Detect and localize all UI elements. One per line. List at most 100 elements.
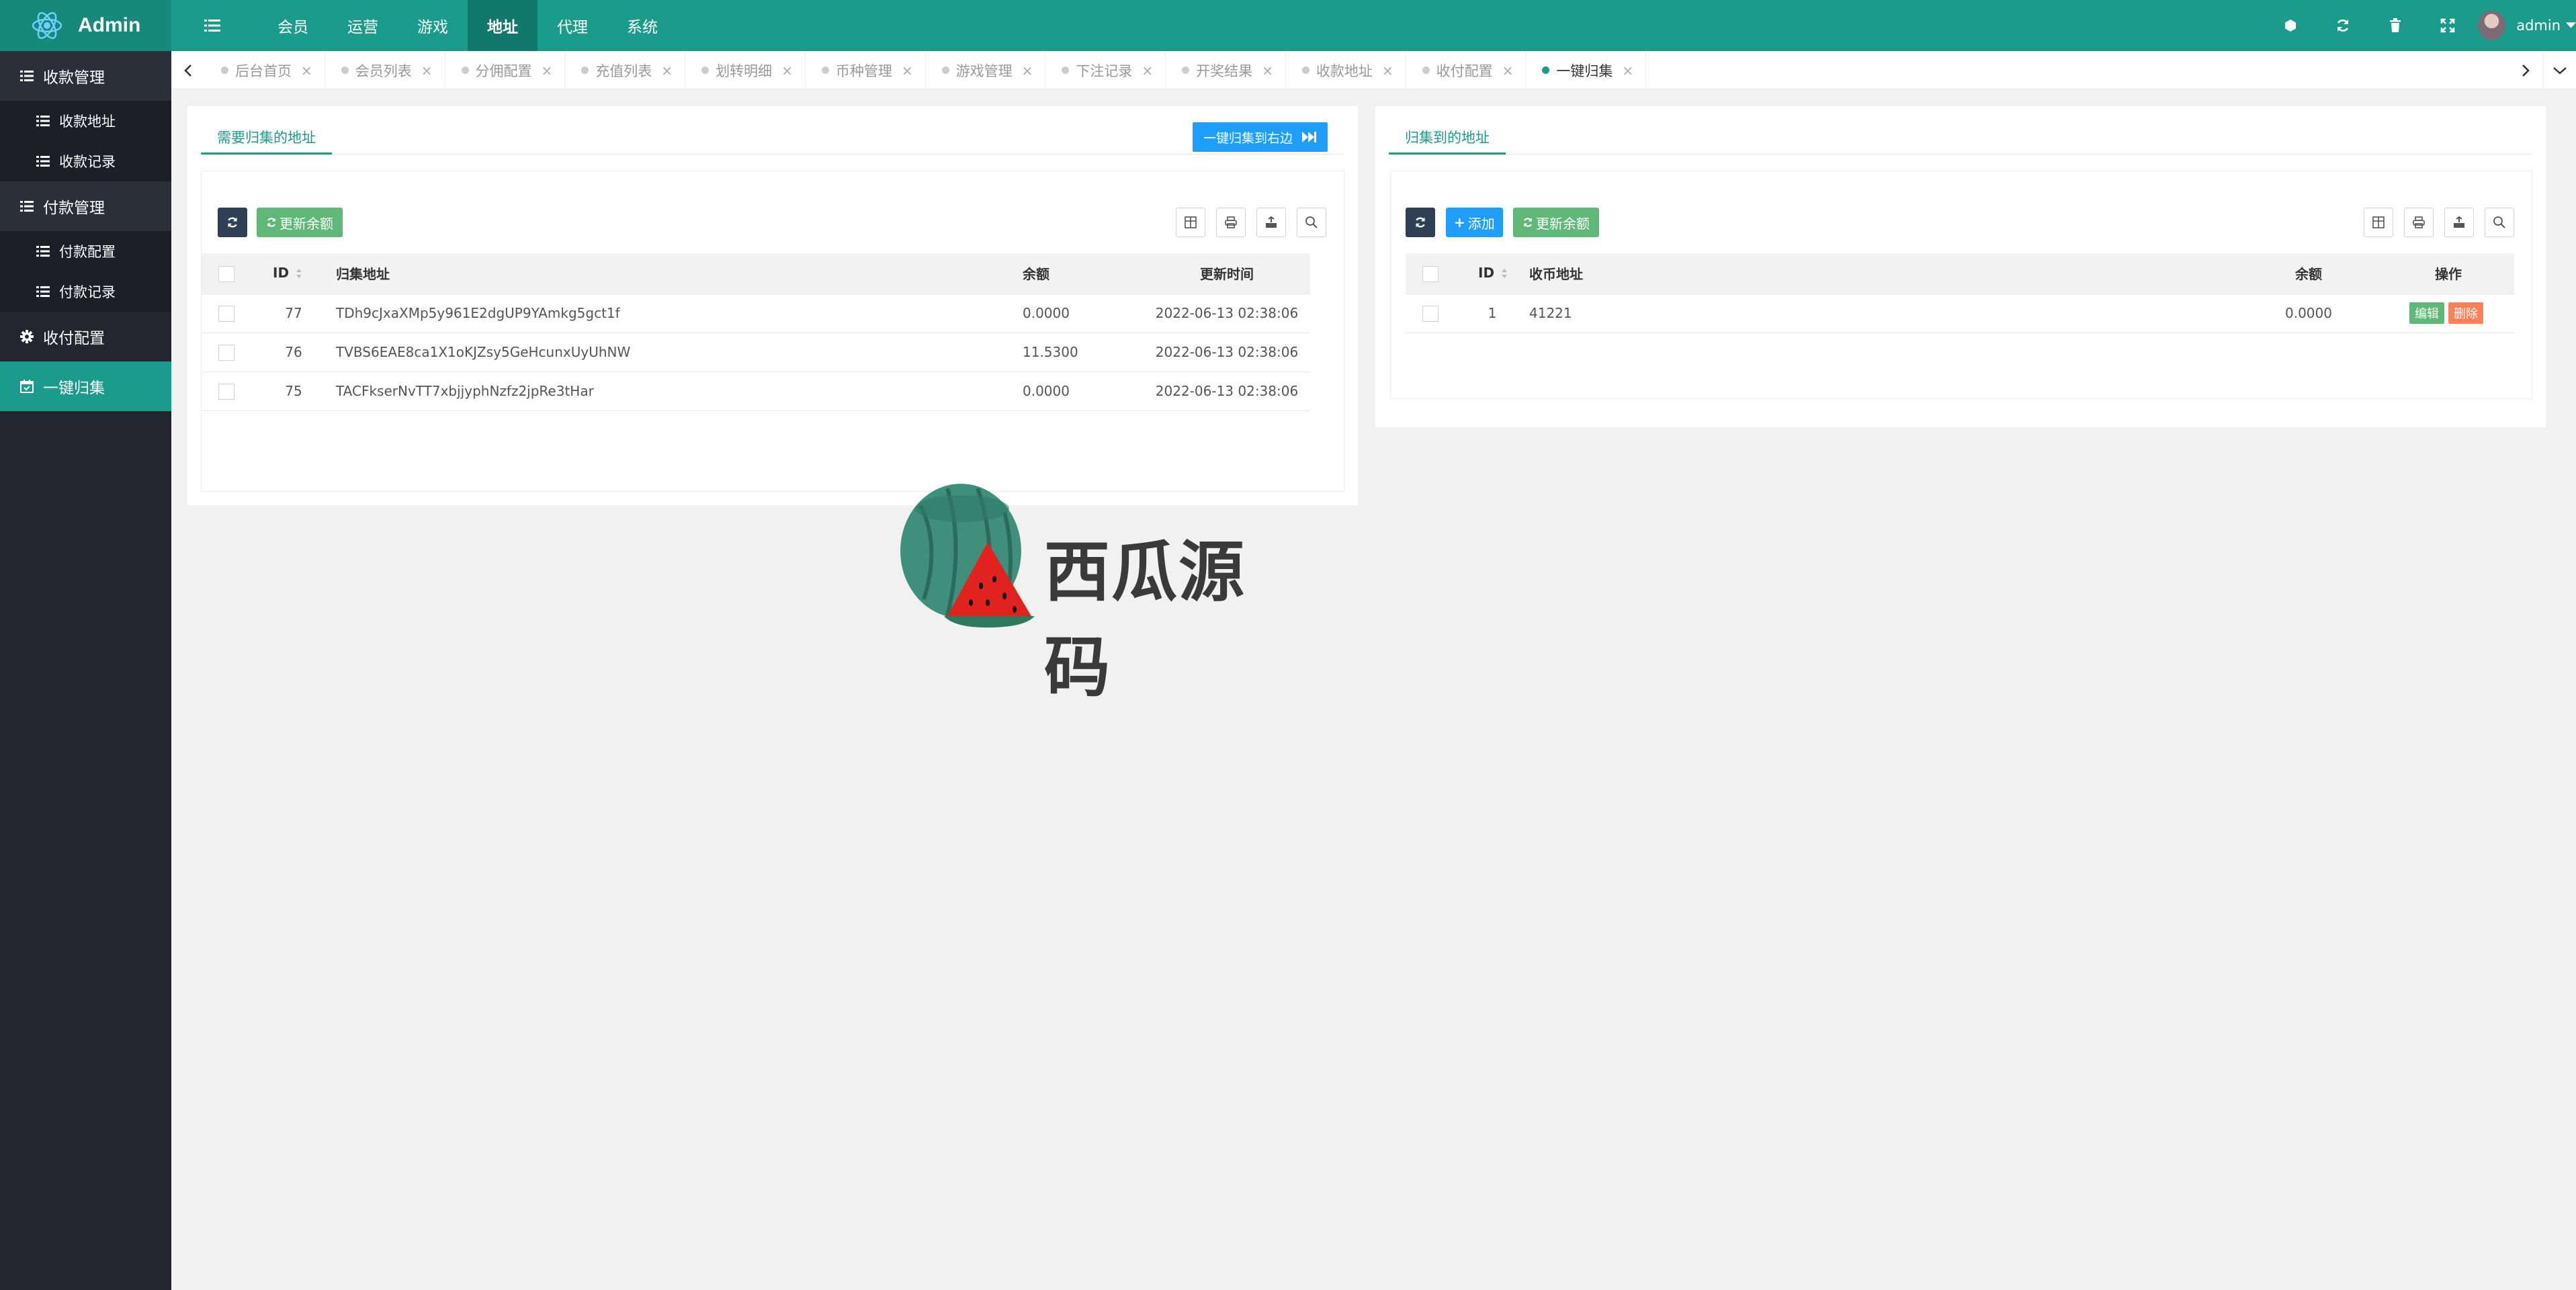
sidebar-item-one-click-collect[interactable]: 一键归集 — [0, 361, 171, 411]
time-cell: 2022-06-13 02:38:06 — [1144, 332, 1310, 372]
sidebar-item-payment-config[interactable]: 付款配置 — [0, 231, 171, 271]
sidebar-group-payment[interactable]: 付款管理 — [0, 181, 171, 231]
search-button[interactable] — [1297, 208, 1326, 237]
watermark: 西瓜源码 — [887, 478, 1290, 706]
select-all-checkbox[interactable] — [218, 265, 234, 282]
logo[interactable]: Admin — [0, 0, 171, 51]
theme-button[interactable] — [2264, 0, 2317, 51]
table-row[interactable]: 75 TACFkserNvTT7xbjjyphNzfz2jpRe3tHar 0.… — [202, 371, 1310, 411]
update-balance-button[interactable]: 更新余额 — [257, 208, 343, 237]
export-button[interactable] — [2444, 208, 2474, 237]
table-row[interactable]: 77 TDh9cJxaXMp5y961E2dgUP9YAmkg5gct1f 0.… — [202, 293, 1310, 333]
tab-currency[interactable]: 币种管理 × — [806, 51, 926, 89]
table-container: + 添加 更新余额 ID 收币地址 余额 操作 1 41221 0.0000 编… — [1390, 171, 2532, 399]
tab-target-addresses[interactable]: 归集到的地址 — [1389, 121, 1506, 155]
balance-cell: 0.0000 — [2235, 293, 2382, 333]
collect-to-right-button[interactable]: 一键归集到右边 — [1192, 122, 1328, 152]
tab-bet-record[interactable]: 下注记录 × — [1045, 51, 1166, 89]
column-header-id[interactable]: ID — [1455, 253, 1529, 294]
id-cell: 77 — [251, 293, 336, 333]
menu-toggle-button[interactable] — [195, 0, 230, 51]
print-icon — [2413, 216, 2425, 228]
refresh-table-button[interactable] — [1406, 208, 1435, 237]
close-icon[interactable]: × — [542, 62, 553, 79]
tab-dot — [1422, 67, 1430, 74]
close-icon[interactable]: × — [1262, 62, 1273, 79]
select-all-checkbox[interactable] — [1422, 265, 1439, 282]
tab-transfer-detail[interactable]: 划转明细 × — [685, 51, 806, 89]
sidebar-item-settlement-config[interactable]: 收付配置 — [0, 312, 171, 361]
balance-cell: 11.5300 — [1023, 332, 1144, 372]
column-header-address: 收币地址 — [1529, 253, 2235, 294]
table-row[interactable]: 1 41221 0.0000 编辑 删除 — [1406, 293, 2514, 333]
tab-scroll-right-button[interactable] — [2509, 51, 2542, 89]
row-checkbox[interactable] — [218, 344, 234, 361]
tab-label: 后台首页 — [235, 62, 292, 79]
time-cell: 2022-06-13 02:38:06 — [1144, 371, 1310, 411]
export-button[interactable] — [1256, 208, 1286, 237]
close-icon[interactable]: × — [1502, 62, 1514, 79]
sidebar-item-receipt-address[interactable]: 收款地址 — [0, 101, 171, 141]
tab-recharge-list[interactable]: 充值列表 × — [565, 51, 686, 89]
tab-source-addresses[interactable]: 需要归集的地址 — [201, 121, 332, 155]
top-nav-address[interactable]: 地址 — [468, 0, 538, 51]
close-icon[interactable]: × — [301, 62, 312, 79]
close-icon[interactable]: × — [1382, 62, 1393, 79]
tab-dot — [341, 67, 349, 74]
watermark-text: 西瓜源码 — [1044, 534, 1246, 706]
tab-member-list[interactable]: 会员列表 × — [325, 51, 445, 89]
top-nav-agent[interactable]: 代理 — [538, 0, 607, 51]
close-icon[interactable]: × — [1142, 62, 1153, 79]
sidebar-item-payment-record[interactable]: 付款记录 — [0, 271, 171, 312]
update-balance-button[interactable]: 更新余额 — [1513, 208, 1599, 237]
close-icon[interactable]: × — [902, 62, 913, 79]
top-nav-game[interactable]: 游戏 — [398, 0, 468, 51]
user-menu[interactable]: admin — [2474, 0, 2576, 51]
tab-home[interactable]: 后台首页 × — [205, 51, 325, 89]
clear-cache-button[interactable] — [2369, 0, 2421, 51]
tab-draw-result[interactable]: 开奖结果 × — [1166, 51, 1286, 89]
close-icon[interactable]: × — [661, 62, 673, 79]
edit-button[interactable]: 编辑 — [2409, 302, 2444, 324]
column-header-address: 归集地址 — [336, 253, 1023, 294]
fullscreen-button[interactable] — [2421, 0, 2474, 51]
close-icon[interactable]: × — [1022, 62, 1033, 79]
columns-button[interactable] — [1176, 208, 1205, 237]
tab-dot — [581, 67, 589, 74]
columns-button[interactable] — [2364, 208, 2393, 237]
delete-button[interactable]: 删除 — [2448, 302, 2483, 324]
close-icon[interactable]: × — [421, 62, 433, 79]
search-button[interactable] — [2485, 208, 2514, 237]
close-icon[interactable]: × — [1622, 62, 1633, 79]
sidebar-item-receipt-record[interactable]: 收款记录 — [0, 141, 171, 181]
add-address-button[interactable]: + 添加 — [1446, 208, 1503, 237]
print-button[interactable] — [2404, 208, 2434, 237]
sidebar-group-receipt[interactable]: 收款管理 — [0, 51, 171, 101]
tab-receipt-address[interactable]: 收款地址 × — [1286, 51, 1406, 89]
tab-settlement-config[interactable]: 收付配置 × — [1406, 51, 1527, 89]
export-icon — [1266, 216, 1277, 228]
tab-scroll-left-button[interactable] — [171, 51, 205, 89]
refresh-icon — [228, 217, 237, 228]
tab-one-click-collect[interactable]: 一键归集 × — [1526, 51, 1647, 89]
sidebar: 收款管理 收款地址 收款记录 付款管理 付款配置 付款记录 收付配置 一键归集 — [0, 51, 171, 1290]
top-nav-system[interactable]: 系统 — [607, 0, 677, 51]
refresh-table-button[interactable] — [218, 208, 247, 237]
top-nav-operation[interactable]: 运营 — [328, 0, 398, 51]
column-header-id[interactable]: ID — [251, 253, 336, 294]
top-nav-member[interactable]: 会员 — [258, 0, 328, 51]
tab-menu-button[interactable] — [2542, 51, 2576, 89]
tab-commission[interactable]: 分佣配置 × — [445, 51, 566, 89]
refresh-button[interactable] — [2317, 0, 2369, 51]
table-row[interactable]: 76 TVBS6EAE8ca1X1oKJZsy5GeHcunxUyUhNW 11… — [202, 332, 1310, 372]
print-button[interactable] — [1216, 208, 1246, 237]
top-right-tools: admin — [2264, 0, 2576, 51]
tab-dot — [701, 67, 710, 74]
row-checkbox[interactable] — [218, 305, 234, 322]
chevron-down-icon — [2552, 67, 2567, 75]
row-checkbox[interactable] — [1422, 305, 1439, 322]
row-checkbox[interactable] — [218, 383, 234, 400]
tab-game-manage[interactable]: 游戏管理 × — [926, 51, 1046, 89]
close-icon[interactable]: × — [781, 62, 793, 79]
row-select-cell — [202, 332, 251, 372]
